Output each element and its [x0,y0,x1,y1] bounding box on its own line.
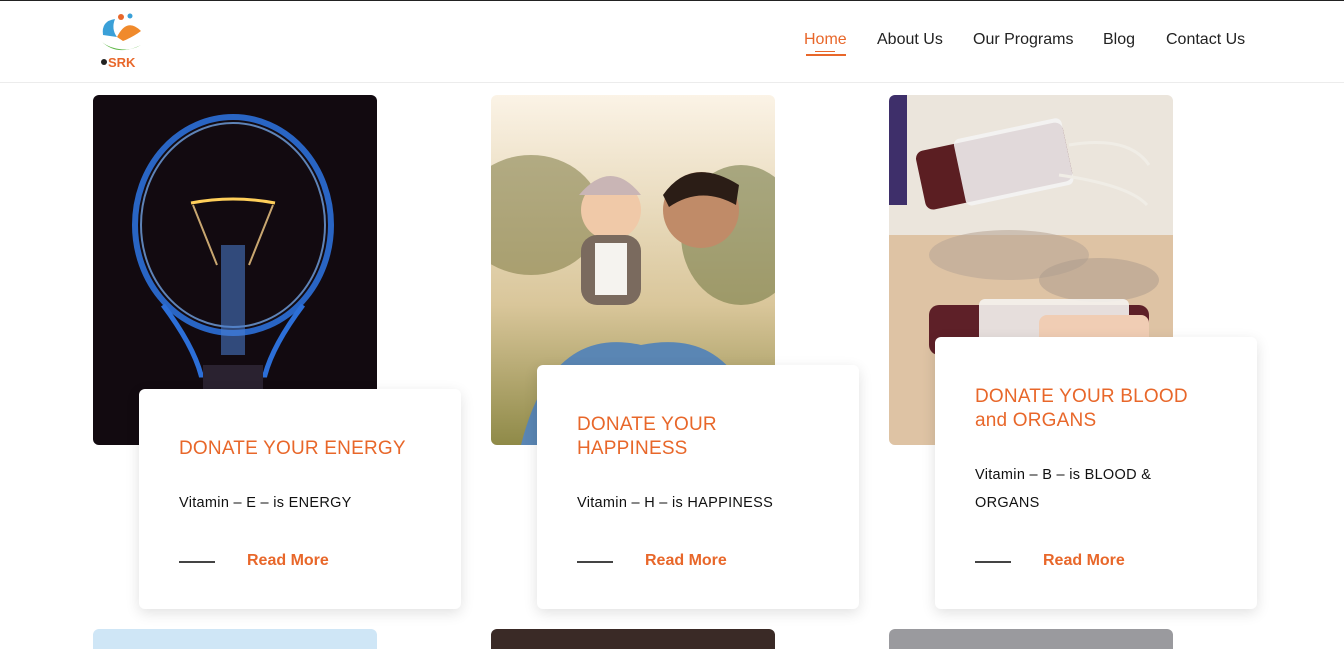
program-card-blood-organs: DONATE YOUR BLOOD and ORGANS Vitamin – B… [935,337,1257,609]
card-text: Vitamin – H – is HAPPINESS [577,495,774,511]
program-card-happiness: DONATE YOUR HAPPINESS Vitamin – H – is H… [537,365,859,609]
card-title: DONATE YOUR HAPPINESS [577,414,717,459]
divider-line [179,561,215,563]
card-text: Vitamin – B – is BLOOD & ORGANS [975,467,1152,511]
active-indicator-top [815,51,835,52]
divider-line [975,561,1011,563]
read-more-link[interactable]: Read More [247,552,329,570]
nav-contact-us[interactable]: Contact Us [1166,31,1245,49]
next-card-image [889,629,1173,649]
divider-line [577,561,613,563]
site-header: SRK Home About Us Our Programs Blog Cont… [0,1,1344,83]
read-more-link[interactable]: Read More [645,552,727,570]
main-nav: Home About Us Our Programs Blog Contact … [0,31,1344,61]
program-card-energy: DONATE YOUR ENERGY Vitamin – E – is ENER… [139,389,461,609]
nav-about-us[interactable]: About Us [877,31,943,49]
nav-our-programs[interactable]: Our Programs [973,31,1073,49]
active-indicator [806,54,846,56]
next-card-image [93,629,377,649]
card-title: DONATE YOUR ENERGY [179,438,406,459]
next-card-image [491,629,775,649]
nav-blog[interactable]: Blog [1103,31,1135,49]
card-title: DONATE YOUR BLOOD and ORGANS [975,386,1188,431]
nav-home[interactable]: Home [804,31,847,49]
card-text: Vitamin – E – is ENERGY [179,495,352,511]
read-more-link[interactable]: Read More [1043,552,1125,570]
